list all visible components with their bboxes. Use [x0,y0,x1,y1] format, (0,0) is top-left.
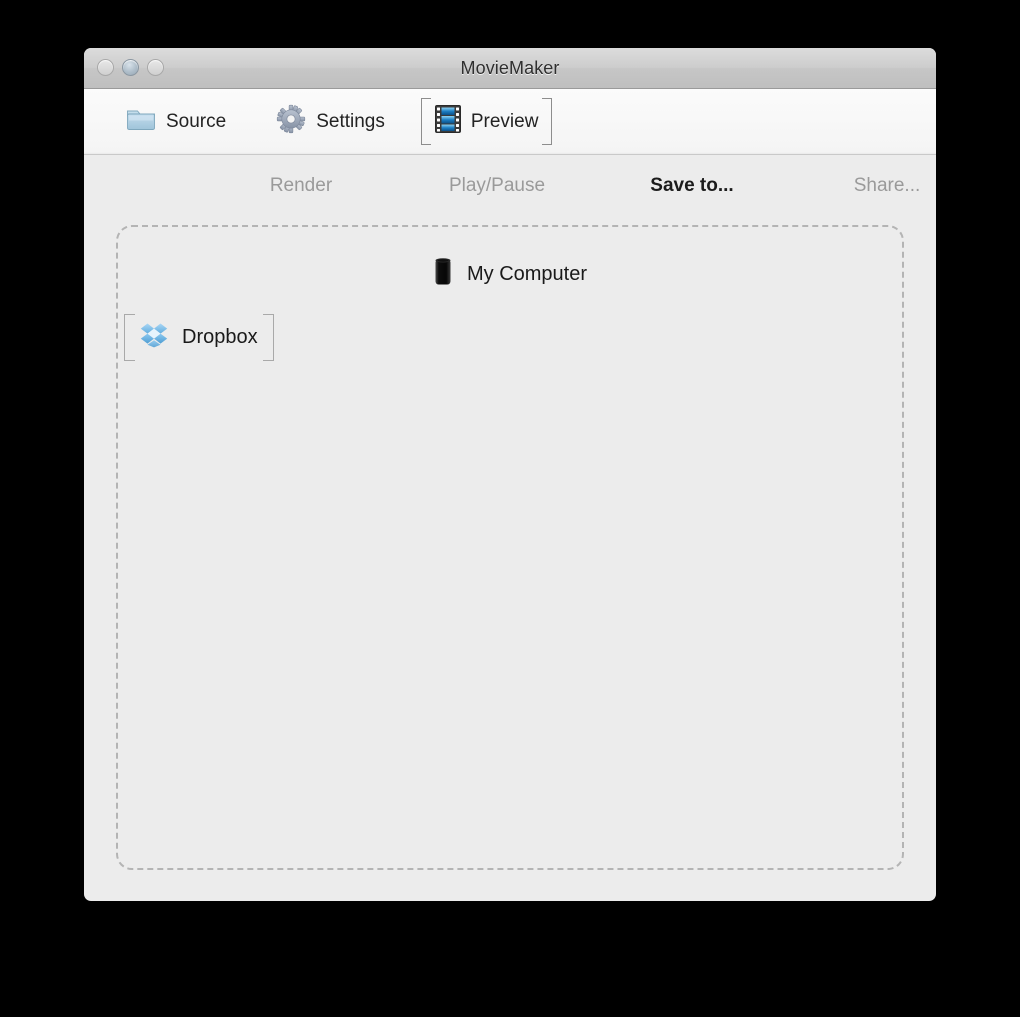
window-titlebar: MovieMaker [84,48,936,89]
subtab-render[interactable]: Render [234,175,368,197]
destination-dropbox[interactable]: Dropbox [124,314,274,361]
folder-icon [126,106,156,137]
screen: MovieMaker Source Settings Preview Rende… [0,0,1020,1017]
toolbar-tab-preview[interactable]: Preview [420,98,553,145]
toolbar-tab-label: Preview [470,110,539,132]
toolbar-tab-label: Source [166,110,227,132]
subtab-save-to[interactable]: Save to... [614,175,770,197]
gear-icon [276,104,306,139]
toolbar-tab-settings[interactable]: Settings [262,97,399,146]
window-title: MovieMaker [460,58,560,78]
dropbox-icon [140,322,168,353]
application-window: MovieMaker Source Settings Preview Rende… [84,48,936,901]
destination-label: Dropbox [182,326,258,348]
destination-label: My Computer [466,263,588,285]
destination-list: My Computer Dropbox [118,249,902,375]
subtab-play-pause[interactable]: Play/Pause [414,175,580,197]
destination-my-computer[interactable]: My Computer [417,249,603,300]
sub-toolbar: Render Play/Pause Save to... Share... [84,155,936,217]
mac-pro-icon [433,257,453,292]
toolbar-tab-source[interactable]: Source [112,99,240,144]
film-strip-icon [434,105,461,138]
subtab-share[interactable]: Share... [806,175,936,197]
toolbar-tab-label: Settings [316,110,385,132]
save-destination-dropzone[interactable]: My Computer Dropbox [116,225,904,870]
main-toolbar: Source Settings Preview [84,89,936,155]
